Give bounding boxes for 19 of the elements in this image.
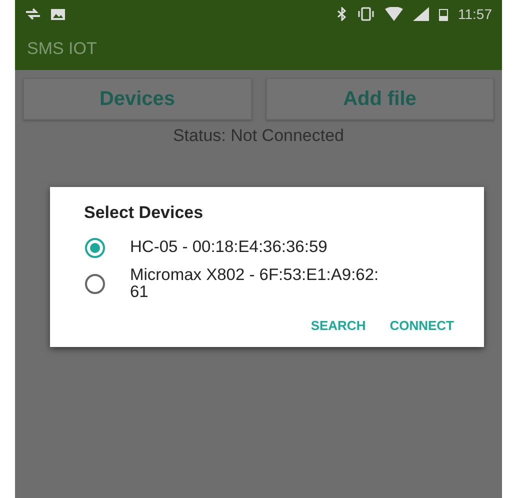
radio-button[interactable] bbox=[84, 273, 106, 296]
bluetooth-icon bbox=[337, 7, 347, 21]
action-button[interactable]: Add file bbox=[266, 78, 494, 120]
dialog-title: Select Devices bbox=[84, 203, 204, 223]
device-label[interactable]: HC-05 - 00:18:E4:36:36:59 bbox=[130, 239, 328, 257]
dialog-button[interactable]: CONNECT bbox=[384, 314, 460, 337]
clock: 11:57 bbox=[458, 6, 492, 22]
action-button[interactable]: Devices bbox=[23, 78, 252, 120]
dialog-button[interactable]: SEARCH bbox=[304, 314, 372, 337]
wifi-icon bbox=[385, 7, 403, 21]
device-label[interactable]: Micromax X802 - 6F:53:E1:A9:62:61 bbox=[130, 267, 390, 302]
vibrate-icon bbox=[357, 7, 375, 21]
signal-icon bbox=[413, 7, 429, 21]
app-title: SMS IOT bbox=[27, 39, 97, 59]
status-text: Status: Not Connected bbox=[172, 126, 346, 146]
image-icon bbox=[51, 8, 65, 20]
sync-icon bbox=[25, 8, 41, 20]
battery-icon bbox=[439, 7, 448, 21]
radio-button[interactable] bbox=[84, 237, 106, 259]
